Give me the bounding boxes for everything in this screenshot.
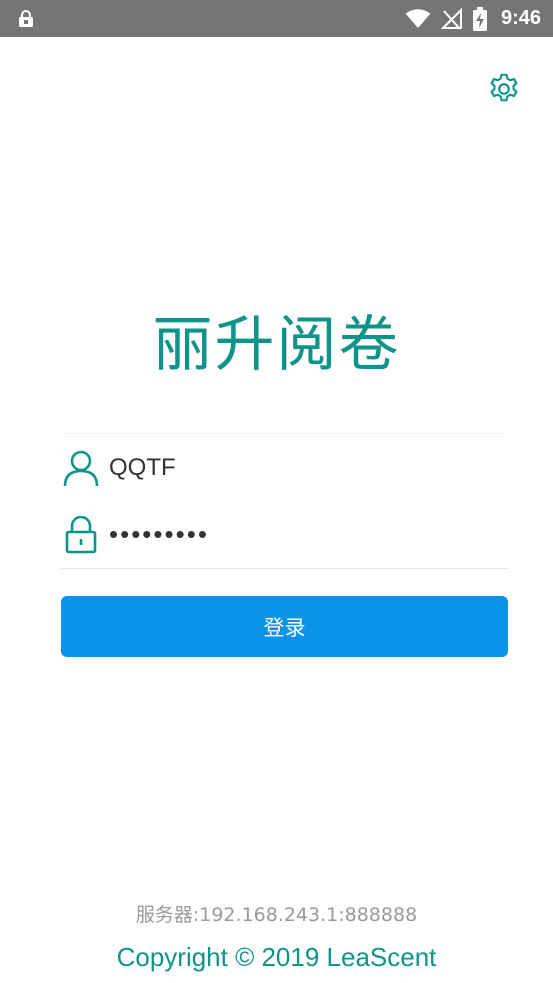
settings-button[interactable] bbox=[485, 70, 523, 108]
gear-icon bbox=[490, 73, 518, 102]
lock-notification-icon bbox=[18, 9, 34, 28]
username-row bbox=[61, 433, 508, 501]
wifi-icon bbox=[405, 8, 431, 29]
login-form bbox=[61, 433, 508, 569]
lock-icon bbox=[61, 515, 101, 555]
login-button[interactable]: 登录 bbox=[61, 596, 508, 657]
copyright-text: Copyright © 2019 LeaScent bbox=[116, 942, 437, 972]
status-bar: 9:46 bbox=[0, 0, 553, 37]
server-info: 服务器:192.168.243.1:888888 bbox=[135, 904, 418, 926]
password-row bbox=[61, 501, 508, 569]
login-screen: 9:46 丽升阅卷 QQTF ••••••••• 登录 服务器:192.168.… bbox=[0, 0, 553, 983]
username-input[interactable] bbox=[109, 447, 489, 488]
status-time: 9:46 bbox=[500, 7, 541, 29]
user-icon bbox=[61, 448, 101, 488]
battery-charging-icon bbox=[472, 6, 487, 31]
app-title: 丽升阅卷 bbox=[152, 310, 401, 380]
password-input[interactable] bbox=[109, 514, 489, 555]
no-signal-icon bbox=[440, 7, 463, 30]
